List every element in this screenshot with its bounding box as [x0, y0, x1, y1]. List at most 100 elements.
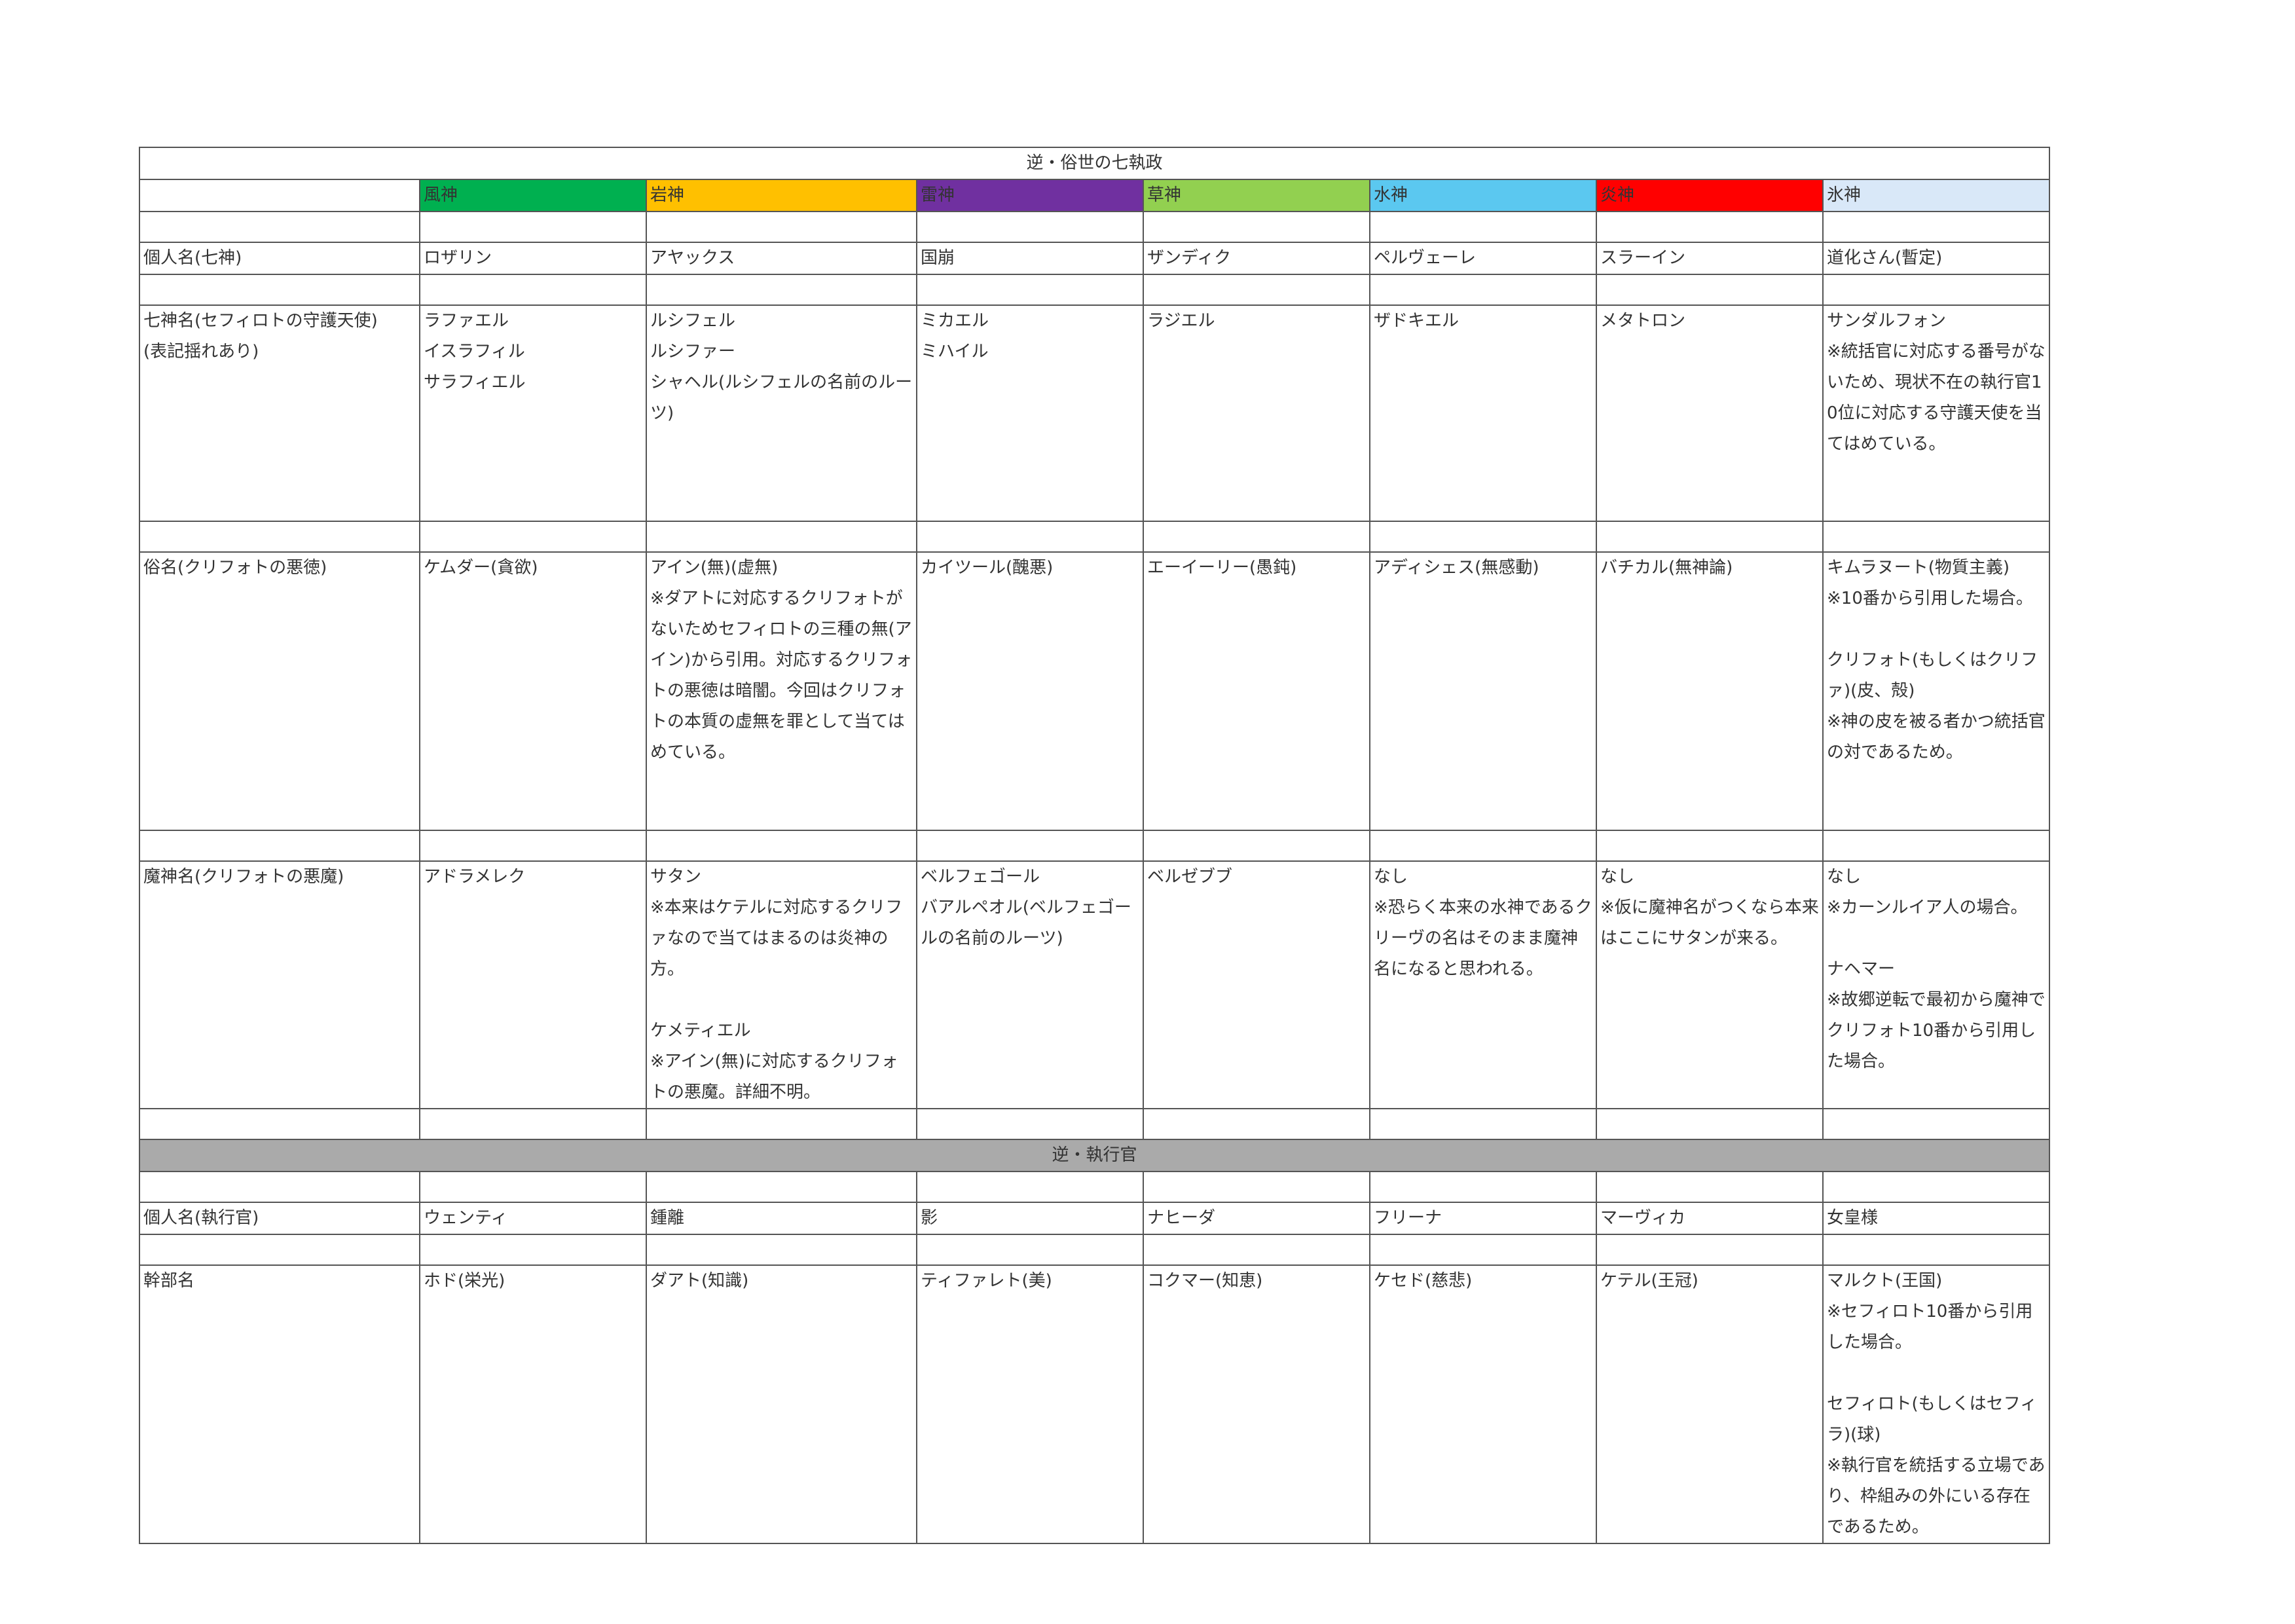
empty-cell[interactable] [419, 830, 647, 862]
table-cell[interactable]: ラファエル イスラフィル サラフィエル [419, 304, 647, 522]
element-header-cell[interactable]: 風神 [419, 179, 647, 212]
element-header-cell[interactable]: 水神 [1369, 179, 1597, 212]
row-label[interactable]: 俗名(クリフォトの悪徳) [139, 551, 420, 831]
table-cell[interactable]: ナヒーダ [1143, 1202, 1370, 1235]
empty-cell[interactable] [1369, 1234, 1597, 1266]
table-cell[interactable]: サタン ※本来はケテルに対応するクリファなので当てはまるのは炎神の方。 ケメティ… [646, 860, 917, 1109]
empty-cell[interactable] [1822, 521, 2050, 553]
empty-cell[interactable] [1596, 274, 1824, 306]
table-cell[interactable]: なし ※カーンルイア人の場合。 ナヘマー ※故郷逆転で最初から魔神でクリフォト1… [1822, 860, 2050, 1109]
table-cell[interactable]: ロザリン [419, 242, 647, 275]
empty-cell[interactable] [1143, 274, 1370, 306]
table-cell[interactable]: アイン(無)(虚無) ※ダアトに対応するクリフォトがないためセフィロトの三種の無… [646, 551, 917, 831]
table-cell[interactable]: アディシェス(無感動) [1369, 551, 1597, 831]
empty-cell[interactable] [1822, 830, 2050, 862]
row-label[interactable]: 個人名(七神) [139, 242, 420, 275]
empty-cell[interactable] [1822, 274, 2050, 306]
table-cell[interactable]: メタトロン [1596, 304, 1824, 522]
empty-cell[interactable] [1143, 1108, 1370, 1140]
table-cell[interactable]: アドラメレク [419, 860, 647, 1109]
table-cell[interactable]: アヤックス [646, 242, 917, 275]
empty-cell[interactable] [419, 1171, 647, 1203]
empty-cell[interactable] [139, 1234, 420, 1266]
empty-cell[interactable] [916, 830, 1144, 862]
table-cell[interactable]: ミカエル ミハイル [916, 304, 1144, 522]
empty-cell[interactable] [1369, 521, 1597, 553]
empty-cell[interactable] [139, 274, 420, 306]
table-cell[interactable]: ティファレト(美) [916, 1264, 1144, 1544]
table-cell[interactable]: マーヴィカ [1596, 1202, 1824, 1235]
table-cell[interactable]: ケセド(慈悲) [1369, 1264, 1597, 1544]
section-title[interactable]: 逆・執行官 [139, 1139, 2050, 1172]
table-cell[interactable]: ザンディク [1143, 242, 1370, 275]
empty-cell[interactable] [646, 211, 917, 243]
row-label[interactable]: 個人名(執行官) [139, 1202, 420, 1235]
empty-cell[interactable] [139, 1171, 420, 1203]
element-header-cell[interactable]: 氷神 [1822, 179, 2050, 212]
empty-cell[interactable] [419, 211, 647, 243]
empty-cell[interactable] [139, 179, 420, 212]
empty-cell[interactable] [916, 521, 1144, 553]
empty-cell[interactable] [646, 1108, 917, 1140]
table-cell[interactable]: 道化さん(暫定) [1822, 242, 2050, 275]
empty-cell[interactable] [916, 1234, 1144, 1266]
empty-cell[interactable] [1596, 1171, 1824, 1203]
empty-cell[interactable] [1143, 211, 1370, 243]
empty-cell[interactable] [1596, 521, 1824, 553]
table-cell[interactable]: なし ※仮に魔神名がつくなら本来はここにサタンが来る。 [1596, 860, 1824, 1109]
empty-cell[interactable] [646, 1171, 917, 1203]
empty-cell[interactable] [916, 274, 1144, 306]
empty-cell[interactable] [1596, 1108, 1824, 1140]
empty-cell[interactable] [1143, 521, 1370, 553]
empty-cell[interactable] [1596, 1234, 1824, 1266]
empty-cell[interactable] [1143, 1171, 1370, 1203]
empty-cell[interactable] [1143, 830, 1370, 862]
table-cell[interactable]: ベルゼブブ [1143, 860, 1370, 1109]
element-header-cell[interactable]: 炎神 [1596, 179, 1824, 212]
table-cell[interactable]: 国崩 [916, 242, 1144, 275]
table-cell[interactable]: フリーナ [1369, 1202, 1597, 1235]
empty-cell[interactable] [1369, 830, 1597, 862]
element-header-cell[interactable]: 雷神 [916, 179, 1144, 212]
empty-cell[interactable] [1596, 830, 1824, 862]
empty-cell[interactable] [139, 211, 420, 243]
empty-cell[interactable] [646, 1234, 917, 1266]
empty-cell[interactable] [419, 1234, 647, 1266]
empty-cell[interactable] [1596, 211, 1824, 243]
table-cell[interactable]: スラーイン [1596, 242, 1824, 275]
table-cell[interactable]: ダアト(知識) [646, 1264, 917, 1544]
table-cell[interactable]: ザドキエル [1369, 304, 1597, 522]
empty-cell[interactable] [419, 521, 647, 553]
table-cell[interactable]: サンダルフォン ※統括官に対応する番号がないため、現状不在の執行官10位に対応す… [1822, 304, 2050, 522]
empty-cell[interactable] [916, 211, 1144, 243]
empty-cell[interactable] [1369, 211, 1597, 243]
empty-cell[interactable] [916, 1171, 1144, 1203]
table-cell[interactable]: ペルヴェーレ [1369, 242, 1597, 275]
empty-cell[interactable] [1143, 1234, 1370, 1266]
empty-cell[interactable] [1369, 274, 1597, 306]
table-cell[interactable]: なし ※恐らく本来の水神であるクリーヴの名はそのまま魔神名になると思われる。 [1369, 860, 1597, 1109]
empty-cell[interactable] [1822, 1171, 2050, 1203]
empty-cell[interactable] [646, 521, 917, 553]
empty-cell[interactable] [1369, 1108, 1597, 1140]
empty-cell[interactable] [139, 830, 420, 862]
empty-cell[interactable] [419, 1108, 647, 1140]
table-cell[interactable]: 鍾離 [646, 1202, 917, 1235]
table-cell[interactable]: 影 [916, 1202, 1144, 1235]
empty-cell[interactable] [139, 521, 420, 553]
empty-cell[interactable] [419, 274, 647, 306]
section-title[interactable]: 逆・俗世の七執政 [139, 147, 2050, 180]
empty-cell[interactable] [139, 1108, 420, 1140]
element-header-cell[interactable]: 草神 [1143, 179, 1370, 212]
table-cell[interactable]: ルシフェル ルシファー シャヘル(ルシフェルの名前のルーツ) [646, 304, 917, 522]
empty-cell[interactable] [646, 830, 917, 862]
table-cell[interactable]: バチカル(無神論) [1596, 551, 1824, 831]
empty-cell[interactable] [1369, 1171, 1597, 1203]
table-cell[interactable]: マルクト(王国) ※セフィロト10番から引用した場合。 セフィロト(もしくはセフ… [1822, 1264, 2050, 1544]
table-cell[interactable]: ウェンティ [419, 1202, 647, 1235]
table-cell[interactable]: カイツール(醜悪) [916, 551, 1144, 831]
table-cell[interactable]: ラジエル [1143, 304, 1370, 522]
table-cell[interactable]: ケムダー(貪欲) [419, 551, 647, 831]
row-label[interactable]: 幹部名 [139, 1264, 420, 1544]
empty-cell[interactable] [1822, 211, 2050, 243]
